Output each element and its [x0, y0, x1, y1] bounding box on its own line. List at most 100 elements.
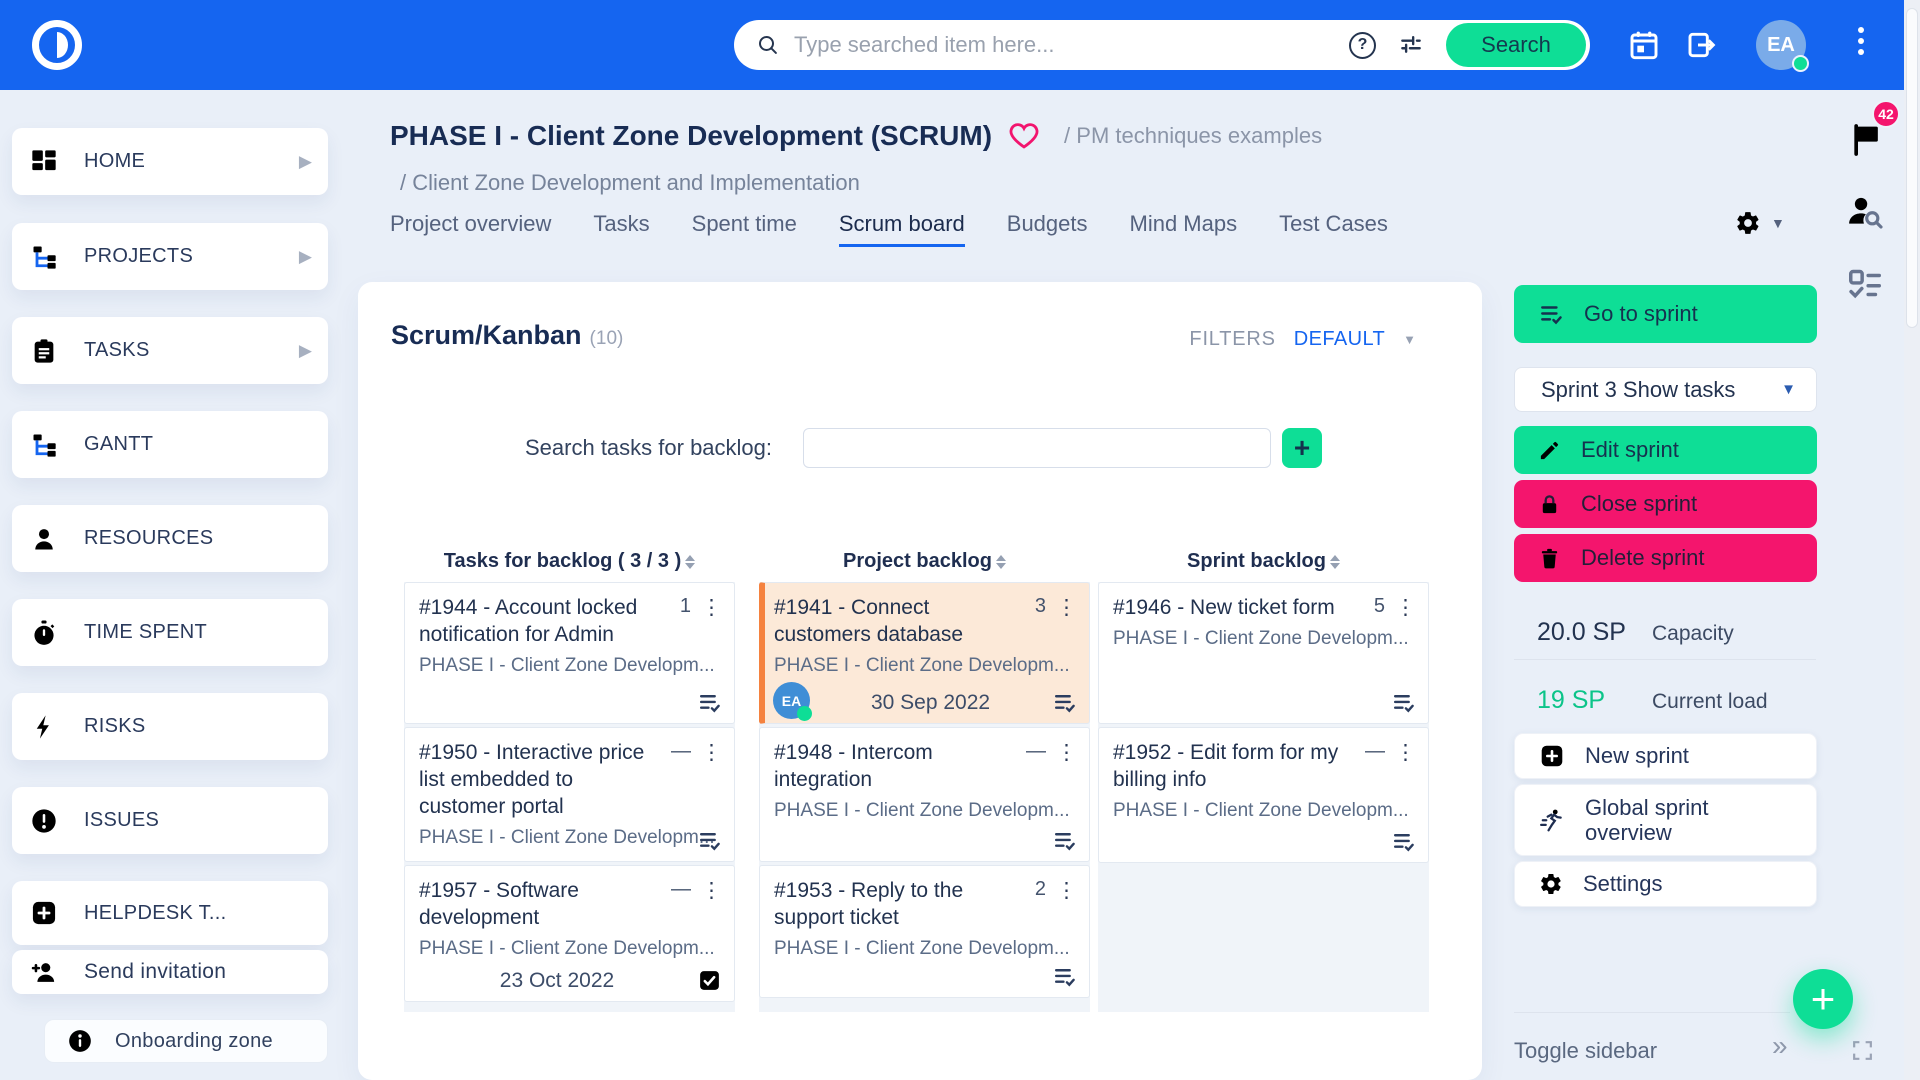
logout-icon[interactable]: [1686, 29, 1718, 61]
go-to-sprint-button[interactable]: Go to sprint: [1514, 285, 1817, 343]
task-card[interactable]: #1944 - Account locked notification for …: [404, 582, 735, 724]
done-checkbox-icon[interactable]: [697, 968, 722, 993]
subtasks-icon[interactable]: [1052, 828, 1077, 853]
search-icon: [756, 33, 780, 57]
sidebar-item-risks[interactable]: RISKS: [12, 693, 328, 760]
checklist-rail-icon[interactable]: [1846, 266, 1884, 304]
tab-tasks[interactable]: Tasks: [593, 211, 649, 247]
caret-down-icon[interactable]: ▼: [1403, 332, 1416, 347]
new-sprint-button[interactable]: New sprint: [1514, 733, 1817, 779]
tab-settings-control[interactable]: ▼: [1735, 210, 1785, 236]
send-invitation-button[interactable]: Send invitation: [12, 950, 328, 994]
more-menu-icon[interactable]: [1858, 27, 1864, 55]
task-card[interactable]: #1957 - Software development—⋮ PHASE I -…: [404, 865, 735, 1002]
task-project: PHASE I - Client Zone Developm...: [1113, 628, 1416, 650]
sidebar-item-time-spent[interactable]: TIME SPENT: [12, 599, 328, 666]
fullscreen-icon[interactable]: [1850, 1038, 1875, 1063]
calendar-icon[interactable]: [1628, 29, 1660, 61]
scrollbar-track[interactable]: [1904, 0, 1920, 1080]
subtasks-icon[interactable]: [697, 828, 722, 853]
sort-icon[interactable]: [996, 555, 1006, 569]
subtasks-icon[interactable]: [1052, 690, 1077, 715]
task-menu-icon[interactable]: ⋮: [1056, 740, 1077, 763]
subtasks-icon[interactable]: [1391, 829, 1416, 854]
task-title[interactable]: #1950 - Interactive price list embedded …: [419, 740, 665, 821]
task-title[interactable]: #1952 - Edit form for my billing info: [1113, 740, 1359, 794]
task-menu-icon[interactable]: ⋮: [701, 878, 722, 901]
delete-sprint-button[interactable]: Delete sprint: [1514, 534, 1817, 582]
close-sprint-button[interactable]: Close sprint: [1514, 480, 1817, 528]
task-menu-icon[interactable]: ⋮: [1056, 878, 1077, 901]
sidebar-item-tasks[interactable]: TASKS▶: [12, 317, 328, 384]
story-points: 1: [680, 595, 691, 618]
tab-mind-maps[interactable]: Mind Maps: [1130, 211, 1238, 247]
assignee-avatar[interactable]: EA: [773, 682, 810, 719]
breadcrumb-sub[interactable]: / Client Zone Development and Implementa…: [400, 170, 860, 196]
top-bar: ? Search EA: [0, 0, 1920, 90]
task-card[interactable]: #1950 - Interactive price list embedded …: [404, 727, 735, 862]
bolt-icon: [30, 713, 58, 741]
story-points: —: [671, 740, 691, 763]
task-title[interactable]: #1953 - Reply to the support ticket: [774, 878, 1029, 932]
task-card[interactable]: #1946 - New ticket form 5 ⋮ PHASE I - Clie…: [1098, 582, 1429, 724]
task-card-highlighted[interactable]: #1941 - Connect customers database3⋮ PHA…: [759, 582, 1090, 724]
sort-icon[interactable]: [1330, 555, 1340, 569]
search-filters-icon[interactable]: [1398, 32, 1424, 58]
task-card[interactable]: #1953 - Reply to the support ticket2⋮ PH…: [759, 865, 1090, 998]
favorite-heart-icon[interactable]: [1008, 120, 1040, 152]
sidebar-item-helpdesk[interactable]: HELPDESK T...: [12, 881, 328, 945]
current-load-label: Current load: [1652, 690, 1768, 714]
story-points: 3: [1035, 595, 1046, 618]
task-menu-icon[interactable]: ⋮: [1395, 595, 1416, 618]
user-search-icon[interactable]: [1846, 192, 1884, 230]
onboarding-zone-button[interactable]: Onboarding zone: [44, 1019, 328, 1063]
task-project: PHASE I - Client Zone Developm...: [419, 655, 722, 677]
tab-test-cases[interactable]: Test Cases: [1279, 211, 1388, 247]
task-title[interactable]: #1941 - Connect customers database: [774, 595, 1029, 649]
task-title[interactable]: #1946 - New ticket form: [1113, 595, 1368, 622]
sort-icon[interactable]: [685, 555, 695, 569]
global-sprint-overview-button[interactable]: Global sprint overview: [1514, 784, 1817, 856]
task-menu-icon[interactable]: ⋮: [1395, 740, 1416, 763]
sidebar-item-home[interactable]: HOME▶: [12, 128, 328, 195]
capacity-value: 20.0 SP: [1537, 618, 1626, 647]
story-points: 5: [1374, 595, 1385, 618]
collapse-sidebar-icon[interactable]: »: [1772, 1030, 1788, 1062]
subtasks-icon[interactable]: [1391, 690, 1416, 715]
filters-value[interactable]: DEFAULT: [1294, 328, 1385, 351]
sprint-settings-button[interactable]: Settings: [1514, 861, 1817, 907]
task-title[interactable]: #1944 - Account locked notification for …: [419, 595, 674, 649]
add-new-fab[interactable]: +: [1793, 969, 1853, 1029]
task-card[interactable]: #1948 - Intercom integration—⋮ PHASE I -…: [759, 727, 1090, 862]
task-card[interactable]: #1952 - Edit form for my billing info—⋮ …: [1098, 727, 1429, 863]
tab-scrum-board[interactable]: Scrum board: [839, 211, 965, 247]
task-menu-icon[interactable]: ⋮: [1056, 595, 1077, 618]
scrollbar-thumb[interactable]: [1906, 8, 1918, 328]
user-avatar[interactable]: EA: [1756, 20, 1806, 70]
stopwatch-icon: [30, 619, 58, 647]
sidebar-item-projects[interactable]: PROJECTS▶: [12, 223, 328, 290]
search-input[interactable]: [780, 32, 1349, 58]
help-icon[interactable]: ?: [1349, 32, 1376, 59]
edit-sprint-button[interactable]: Edit sprint: [1514, 426, 1817, 474]
task-title[interactable]: #1957 - Software development: [419, 878, 665, 932]
backlog-search-input[interactable]: [803, 428, 1271, 468]
sidebar-label: Onboarding zone: [115, 1030, 273, 1053]
breadcrumb-parent[interactable]: / PM techniques examples: [1064, 123, 1322, 149]
tab-project-overview[interactable]: Project overview: [390, 211, 551, 247]
task-title[interactable]: #1948 - Intercom integration: [774, 740, 1020, 794]
sidebar-item-issues[interactable]: ISSUES: [12, 787, 328, 854]
task-menu-icon[interactable]: ⋮: [701, 595, 722, 618]
sidebar-item-resources[interactable]: RESOURCES: [12, 505, 328, 572]
app-logo-icon[interactable]: [30, 18, 84, 72]
tab-spent-time[interactable]: Spent time: [692, 211, 797, 247]
task-menu-icon[interactable]: ⋮: [701, 740, 722, 763]
tab-budgets[interactable]: Budgets: [1007, 211, 1088, 247]
add-task-button[interactable]: +: [1282, 428, 1322, 468]
search-button[interactable]: Search: [1446, 23, 1586, 67]
subtasks-icon[interactable]: [697, 690, 722, 715]
sidebar-item-gantt[interactable]: GANTT: [12, 411, 328, 478]
sprint-select[interactable]: Sprint 3 Show tasks▼: [1514, 367, 1817, 412]
checklist-icon: [1538, 301, 1564, 327]
subtasks-icon[interactable]: [1052, 964, 1077, 989]
